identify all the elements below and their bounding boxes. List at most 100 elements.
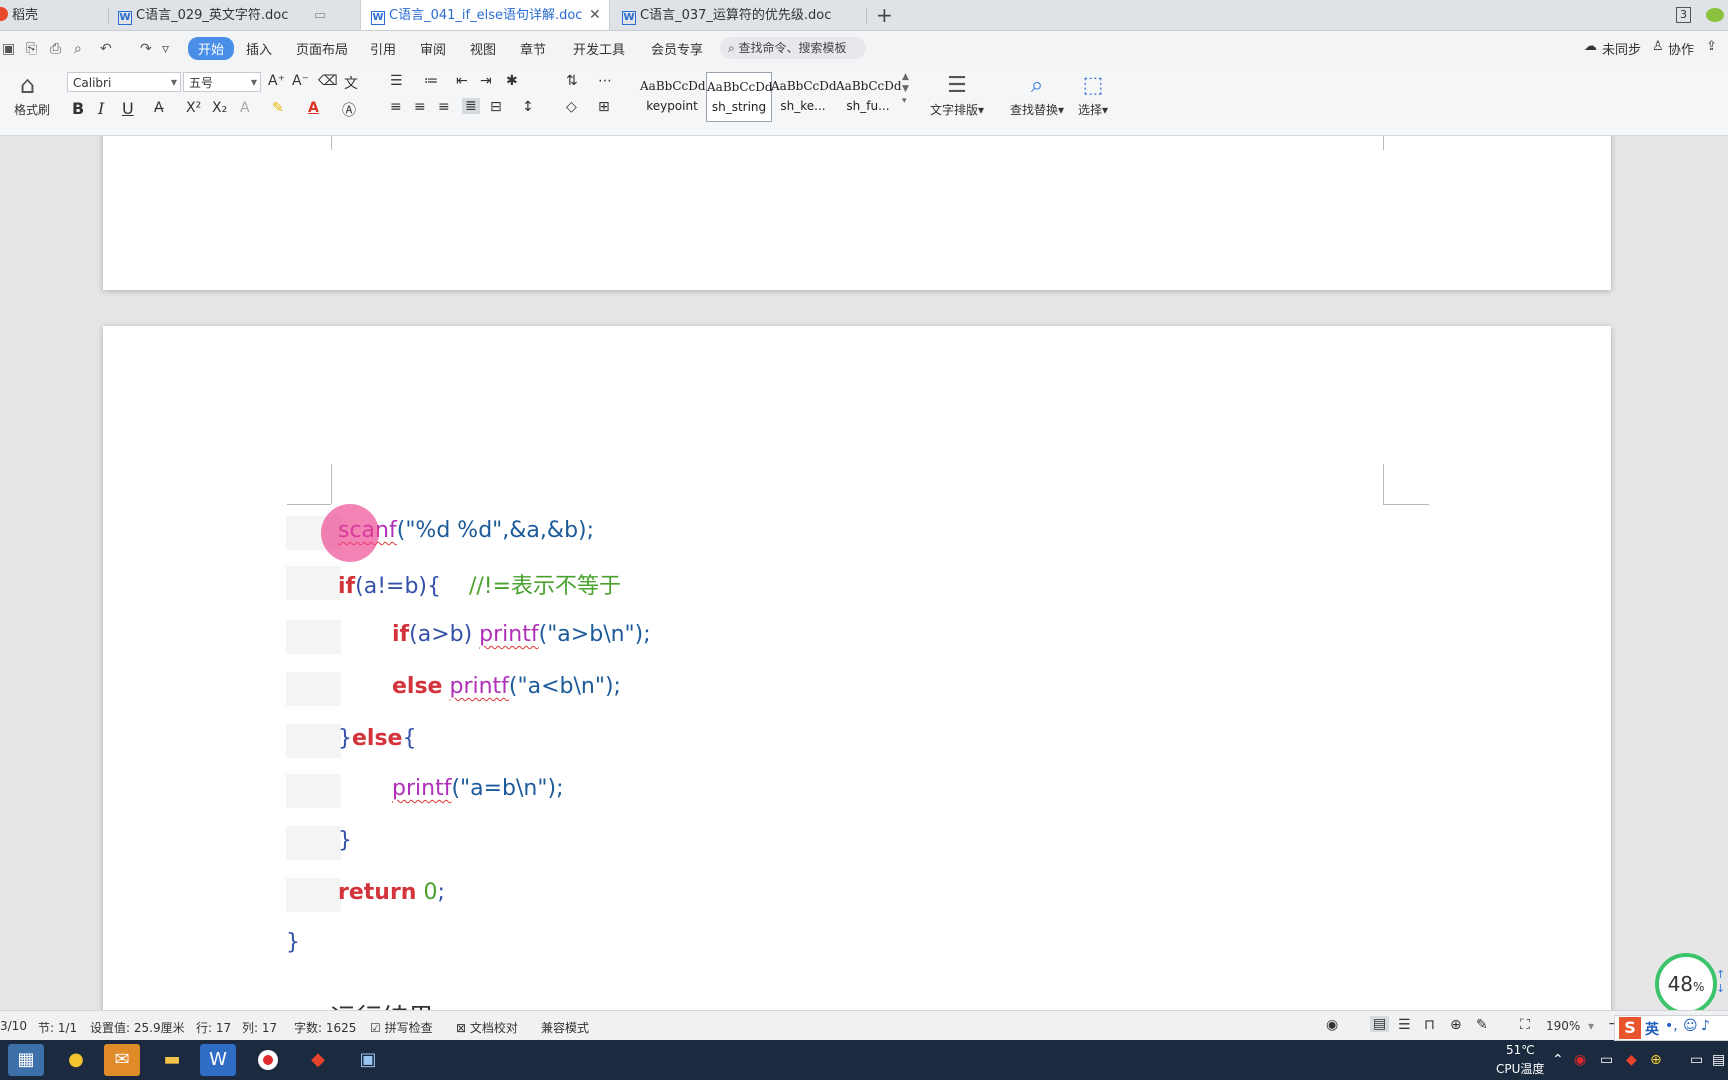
duck-app-icon[interactable]: ● [58, 1044, 94, 1076]
menu-page-layout[interactable]: 页面布局 [296, 39, 348, 58]
increase-indent-icon[interactable]: ⇥ [480, 73, 492, 89]
bullet-list-icon[interactable]: ☰ [390, 73, 403, 89]
style-sh-function[interactable]: AaBbCcDd sh_fu... [836, 72, 902, 120]
font-name-select[interactable]: Calibri ▼ [67, 72, 181, 92]
page-view-icon[interactable]: ▤ [1370, 1016, 1390, 1032]
decrease-indent-icon[interactable]: ⇤ [456, 73, 468, 89]
tab-doc-029[interactable]: W C语言_029_英文字符.doc ▭ [118, 0, 358, 30]
tray-battery-icon[interactable]: ▭ [1690, 1052, 1703, 1068]
tab-doc-037[interactable]: W C语言_037_运算符的优先级.doc [622, 0, 862, 30]
align-center-icon[interactable]: ≡ [414, 99, 426, 115]
italic-button[interactable]: I [98, 99, 104, 118]
align-left-icon[interactable]: ≡ [390, 99, 402, 115]
menu-developer[interactable]: 开发工具 [573, 39, 625, 58]
shading-icon[interactable]: ◇ [566, 99, 577, 115]
line-spacing-icon[interactable]: ↕ [522, 99, 534, 115]
style-sh-keyword[interactable]: AaBbCcDd sh_ke... [771, 72, 837, 120]
sync-status[interactable]: 未同步 [1602, 39, 1641, 58]
wechat-app-icon[interactable]: ✉ [104, 1044, 140, 1076]
subscript-icon[interactable]: X₂ [212, 100, 227, 116]
align-right-icon[interactable]: ≡ [438, 99, 450, 115]
shrink-font-icon[interactable]: A⁻ [292, 73, 309, 89]
computer-app-icon[interactable]: ▦ [8, 1044, 44, 1076]
save-icon[interactable]: ▣ [2, 41, 15, 57]
ime-lang-indicator[interactable]: 英 [1645, 1019, 1659, 1039]
superscript-icon[interactable]: X² [186, 100, 201, 116]
chinese-layout-icon[interactable]: ✱ [506, 73, 518, 89]
tray-plus-icon[interactable]: ⊕ [1650, 1052, 1662, 1068]
font-size-select[interactable]: 五号 ▼ [183, 72, 261, 92]
borders-icon[interactable]: ⊞ [598, 99, 610, 115]
close-icon[interactable]: ✕ [589, 0, 601, 31]
style-scroll-icon[interactable]: ▲ ▼ ▾ [902, 71, 909, 107]
ime-toolbar[interactable]: S 英 •, ☺ ♪ [1614, 1015, 1728, 1041]
new-tab-button[interactable]: + [876, 0, 893, 30]
share-icon[interactable]: ⇪ [1706, 39, 1717, 54]
tab-doc-041[interactable]: W C语言_041_if_else语句详解.doc ✕ [360, 0, 610, 30]
cloud-icon[interactable]: ☁ [1584, 39, 1597, 54]
text-effect-icon[interactable]: A [240, 100, 250, 116]
phonetic-icon[interactable]: 文 [344, 73, 358, 93]
punctuation-icon[interactable]: •, [1665, 1018, 1678, 1034]
tray-device-icon[interactable]: ▭ [1600, 1052, 1613, 1068]
user-icon[interactable]: ♙ [1652, 39, 1664, 54]
emoji-icon[interactable]: ☺ [1683, 1018, 1698, 1034]
status-page[interactable]: 3/10 [0, 1019, 27, 1033]
scroll-arrows-icon[interactable]: ↑ ↓ [1716, 968, 1725, 996]
numbered-list-icon[interactable]: ≔ [424, 73, 438, 89]
write-mode-icon[interactable]: ✎ [1476, 1017, 1488, 1033]
style-sh-string[interactable]: AaBbCcDd sh_string [706, 72, 773, 122]
recorder-app-icon[interactable] [250, 1044, 286, 1076]
menu-home[interactable]: 开始 [188, 37, 235, 60]
char-border-icon[interactable]: Ⓐ [342, 100, 356, 120]
tray-chevron-icon[interactable]: ⌃ [1552, 1052, 1564, 1068]
format-painter-label[interactable]: 格式刷 [14, 101, 50, 118]
export-icon[interactable]: ⎘ [26, 41, 37, 57]
status-wordcount[interactable]: 字数: 1625 [294, 1019, 356, 1036]
font-color-icon[interactable]: A [308, 100, 319, 116]
style-keypoint[interactable]: AaBbCcDd keypoint [640, 72, 706, 120]
show-marks-icon[interactable]: ⋯ [598, 73, 612, 89]
wps-writer-icon[interactable]: W [200, 1044, 236, 1076]
tray-more-icon[interactable]: ▤ [1712, 1052, 1725, 1068]
web-view-icon[interactable]: ⊕ [1450, 1017, 1462, 1033]
skin-icon[interactable] [1706, 8, 1724, 22]
text-layout-button[interactable]: ☰ 文字排版▾ [924, 71, 990, 118]
clear-format-icon[interactable]: ⌫ [318, 73, 338, 89]
select-button[interactable]: ⬚ 选择▾ [1072, 71, 1114, 118]
window-count-badge[interactable]: 3 [1676, 7, 1691, 23]
print-icon[interactable]: ⎙ [50, 41, 61, 57]
undo-icon[interactable]: ↶ [100, 41, 112, 57]
menu-chapter[interactable]: 章节 [520, 39, 546, 58]
find-replace-button[interactable]: ⌕ 查找替换▾ [1004, 71, 1070, 118]
outline-view-icon[interactable]: ☰ [1398, 1017, 1411, 1033]
zoom-level[interactable]: 190% [1546, 1019, 1580, 1033]
spellcheck-button[interactable]: ☑ 拼写检查 [370, 1019, 433, 1036]
menu-view[interactable]: 视图 [470, 39, 496, 58]
read-view-icon[interactable]: ⊓ [1424, 1017, 1435, 1033]
remote-app-icon[interactable]: ▣ [350, 1044, 386, 1076]
customize-icon[interactable]: ▿ [162, 41, 169, 57]
media-app-icon[interactable]: ◆ [300, 1044, 336, 1076]
menu-review[interactable]: 审阅 [420, 39, 446, 58]
progress-indicator[interactable]: 48% [1655, 953, 1717, 1015]
proofread-button[interactable]: ⊠ 文档校对 [456, 1019, 518, 1036]
tab-docer[interactable]: 稻壳 [0, 0, 108, 30]
command-search[interactable]: ⌕ 查找命令、搜索模板 [720, 37, 866, 59]
grow-font-icon[interactable]: A⁺ [268, 73, 285, 89]
underline-button[interactable]: U [122, 99, 134, 118]
strikethrough-icon[interactable]: A̶ [154, 100, 164, 116]
highlight-icon[interactable]: ✎ [272, 100, 284, 116]
menu-insert[interactable]: 插入 [246, 39, 272, 58]
redo-icon[interactable]: ↷ [140, 41, 152, 57]
file-explorer-icon[interactable]: ▬ [154, 1044, 190, 1076]
fit-page-icon[interactable]: ⛶ [1520, 1017, 1530, 1033]
menu-member[interactable]: 会员专享 [651, 39, 703, 58]
bold-button[interactable]: B [72, 99, 84, 118]
format-painter-icon[interactable]: ⌂ [20, 71, 35, 99]
preview-icon[interactable]: ⌕ [74, 41, 82, 57]
menu-references[interactable]: 引用 [370, 39, 396, 58]
tray-app-icon[interactable]: ◆ [1626, 1052, 1637, 1068]
zoom-dropdown-icon[interactable]: ▾ [1588, 1019, 1594, 1033]
document-area[interactable]: scanf("%d %d",&a,&b); if(a!=b){ //!=表示不等… [0, 136, 1728, 1010]
